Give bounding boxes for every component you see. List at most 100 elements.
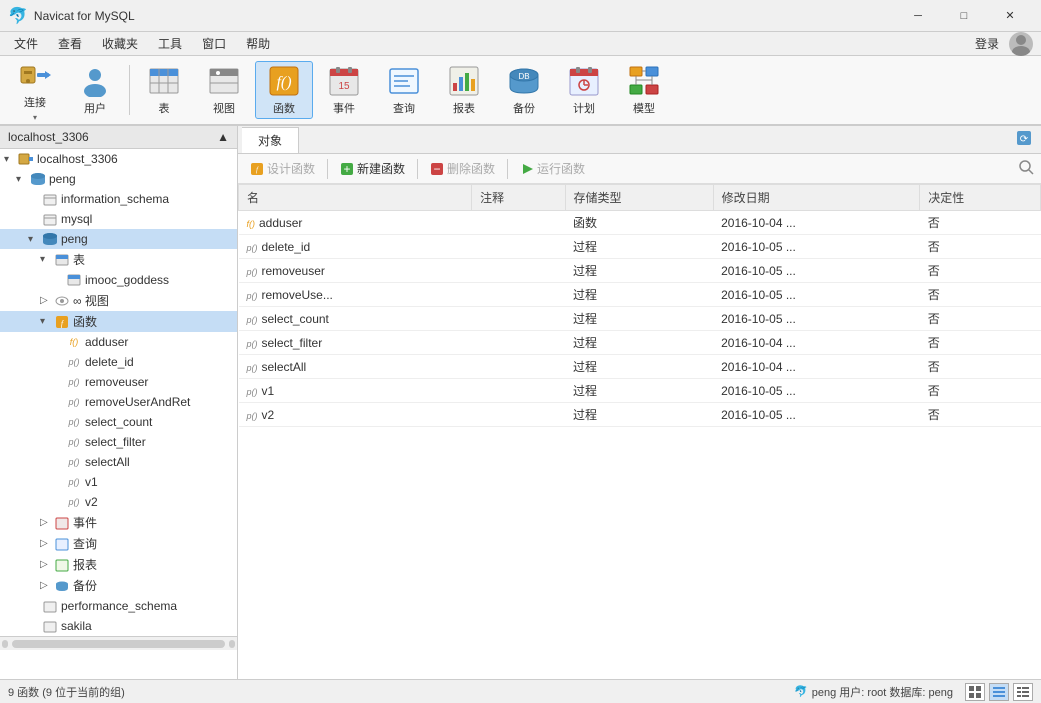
tree-item-imooc-goddess[interactable]: imooc_goddess [0,270,237,290]
grid-view-button[interactable] [965,683,985,701]
tree-item-tables[interactable]: ▾ 表 [0,249,237,270]
table-row[interactable]: f()adduser函数2016-10-04 ...否 [239,211,1041,235]
design-label: 设计函数 [267,160,315,177]
schema-icon [42,211,58,227]
tree-item-selectall[interactable]: p() selectAll [0,452,237,472]
svg-text:DB: DB [518,72,529,81]
horizontal-scrollbar[interactable] [0,636,237,650]
tree-item-events[interactable]: ▷ 事件 [0,512,237,533]
menu-window[interactable]: 窗口 [192,33,236,54]
tree-item-queries[interactable]: ▷ 查询 [0,533,237,554]
close-button[interactable]: ✕ [987,0,1033,32]
tree-item-removeuser[interactable]: p() removeuser [0,372,237,392]
table-row[interactable]: p()select_count过程2016-10-05 ...否 [239,307,1041,331]
leaf-spacer [28,194,42,205]
cell-comment [472,283,565,307]
event-button[interactable]: 15 事件 [315,61,373,119]
toolbar: 连接 ▾ 用户 表 [0,56,1041,126]
connect-icon [19,59,51,91]
tree-item-removeuserandret[interactable]: p() removeUserAndRet [0,392,237,412]
tree-item-functions[interactable]: ▾ f 函数 [0,311,237,332]
maximize-button[interactable]: □ [941,0,987,32]
tree-item-delete-id[interactable]: p() delete_id [0,352,237,372]
tab-bar: 对象 ⟳ [238,126,1041,154]
tree-item-adduser[interactable]: f() adduser [0,332,237,352]
tree-item-v2[interactable]: p() v2 [0,492,237,512]
minimize-button[interactable]: ─ [895,0,941,32]
model-button[interactable]: 模型 [615,61,673,119]
tree-label-v2: v2 [85,495,98,509]
plan-button[interactable]: 计划 [555,61,613,119]
run-function-button[interactable]: 运行函数 [514,158,591,179]
query-button[interactable]: 查询 [375,61,433,119]
view-icon [208,65,240,97]
tree-item-performance-schema[interactable]: performance_schema [0,596,237,616]
tab-objects[interactable]: 对象 [242,127,299,153]
function-button[interactable]: f() 函数 [255,61,313,119]
leaf-spacer [52,477,66,488]
menu-favorites[interactable]: 收藏夹 [92,33,148,54]
svg-text:+: + [344,162,351,176]
table-row[interactable]: p()selectAll过程2016-10-04 ...否 [239,355,1041,379]
detail-view-button[interactable] [1013,683,1033,701]
login-button[interactable]: 登录 [965,33,1009,54]
view-button[interactable]: 视图 [195,61,253,119]
sidebar-connection-name: localhost_3306 [8,130,89,144]
user-button[interactable]: 用户 [66,61,124,119]
tree-label-selectall: selectAll [85,455,130,469]
tree-item-peng-db[interactable]: ▾ peng [0,169,237,189]
new-function-button[interactable]: + 新建函数 [334,158,411,179]
table-row[interactable]: p()v2过程2016-10-05 ...否 [239,403,1041,427]
tree-item-views[interactable]: ▷ ∞ 视图 [0,290,237,311]
cell-type: 过程 [565,403,713,427]
sidebar-collapse-icon[interactable]: ▲ [217,130,229,144]
leaf-spacer [52,275,66,286]
tree-item-localhost[interactable]: ▾ localhost_3306 [0,149,237,169]
tree-item-peng[interactable]: ▾ peng [0,229,237,249]
refresh-icon[interactable]: ⟳ [1015,129,1033,150]
menu-tools[interactable]: 工具 [148,33,192,54]
delete-function-button[interactable]: − 删除函数 [424,158,501,179]
tree-item-v1[interactable]: p() v1 [0,472,237,492]
backup-button[interactable]: DB 备份 [495,61,553,119]
cell-type: 过程 [565,259,713,283]
tree-item-reports[interactable]: ▷ 报表 [0,554,237,575]
model-icon [628,65,660,97]
table-row[interactable]: p()v1过程2016-10-05 ...否 [239,379,1041,403]
tree-item-select-count[interactable]: p() select_count [0,412,237,432]
status-connection-icon: 🐬 [794,685,808,698]
tree-item-backup[interactable]: ▷ 备份 [0,575,237,596]
menu-file[interactable]: 文件 [4,33,48,54]
report-button[interactable]: 报表 [435,61,493,119]
tree-item-select-filter[interactable]: p() select_filter [0,432,237,452]
sidebar: localhost_3306 ▲ ▾ localhost_3306 ▾ peng… [0,126,238,679]
menu-view[interactable]: 查看 [48,33,92,54]
tree-label-localhost: localhost_3306 [37,152,118,166]
tree-item-mysql[interactable]: mysql [0,209,237,229]
tables-group-icon [54,252,70,268]
table-row[interactable]: p()delete_id过程2016-10-05 ...否 [239,235,1041,259]
connect-button[interactable]: 连接 ▾ [6,61,64,119]
cell-deterministic: 否 [920,235,1041,259]
list-view-button[interactable] [989,683,1009,701]
app-icon: 🐬 [8,6,28,26]
app-title: Navicat for MySQL [34,9,895,23]
menu-help[interactable]: 帮助 [236,33,280,54]
query-icon [388,65,420,97]
avatar-icon [1009,32,1033,56]
tree-item-information-schema[interactable]: information_schema [0,189,237,209]
user-label: 用户 [84,100,106,116]
table-row[interactable]: p()removeuser过程2016-10-05 ...否 [239,259,1041,283]
cell-name: p()select_filter [239,331,472,355]
expand-arrow: ▷ [40,295,54,306]
design-function-button[interactable]: f 设计函数 [244,158,321,179]
tree-item-sakila[interactable]: sakila [0,616,237,636]
function-icon: f() [268,65,300,97]
table-row[interactable]: p()select_filter过程2016-10-04 ...否 [239,331,1041,355]
leaf-spacer [52,437,66,448]
table-button[interactable]: 表 [135,61,193,119]
svg-text:−: − [434,162,441,176]
cell-deterministic: 否 [920,331,1041,355]
table-row[interactable]: p()removeUse...过程2016-10-05 ...否 [239,283,1041,307]
search-icon[interactable] [1017,158,1035,179]
